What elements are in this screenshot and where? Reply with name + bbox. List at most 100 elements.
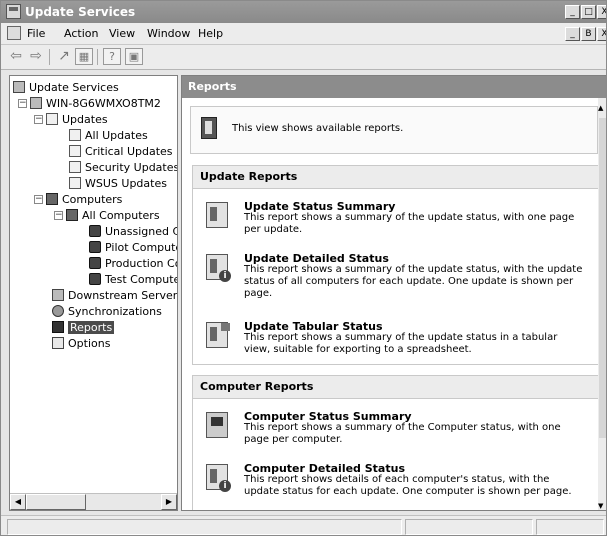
up-level-icon[interactable]: ↗	[55, 48, 73, 65]
status-panel	[536, 519, 604, 535]
expand-toggle[interactable]: −	[54, 211, 63, 220]
computers-icon	[46, 193, 58, 205]
server-icon	[13, 81, 25, 93]
synchronization-icon	[52, 305, 64, 317]
mdi-window-controls: _ B X	[564, 26, 606, 41]
report-item[interactable]: Computer Detailed Status This report sho…	[193, 462, 598, 502]
book-icon	[201, 117, 217, 139]
tree-item-downstream-servers[interactable]: Downstream Servers	[52, 288, 177, 303]
menu-view[interactable]: View	[109, 27, 135, 40]
server-icon	[30, 97, 42, 109]
console-icon[interactable]: ▣	[125, 48, 143, 65]
tree-item-synchronizations[interactable]: Synchronizations	[52, 304, 162, 319]
mdi-minimize-button[interactable]: _	[565, 27, 580, 41]
tree-item-reports[interactable]: Reports	[52, 320, 115, 335]
menu-help[interactable]: Help	[198, 27, 223, 40]
app-icon	[6, 4, 21, 19]
close-button[interactable]: X	[597, 5, 606, 19]
report-export-icon	[206, 322, 230, 348]
update-services-window: Update Services _ □ X File Action View Win…	[0, 0, 607, 536]
title-bar[interactable]: Update Services _ □ X	[1, 1, 606, 23]
mdi-close-button[interactable]: X	[597, 27, 606, 41]
tree-item-critical-updates[interactable]: Critical Updates	[69, 144, 173, 159]
report-description: This report shows a summary of the updat…	[244, 264, 583, 299]
scroll-down-button[interactable]: ▼	[598, 502, 603, 510]
menu-file[interactable]: File	[27, 27, 45, 40]
console-tree: Update Services − WIN-8G6WMXO8TM2 − Upda…	[9, 75, 178, 511]
reports-intro-box: This view shows available reports.	[190, 106, 598, 154]
reports-intro-text: This view shows available reports.	[232, 123, 404, 134]
update-list-icon	[69, 161, 81, 173]
show-tree-icon[interactable]: ▦	[75, 48, 93, 65]
toolbar-separator	[97, 49, 98, 65]
status-bar	[1, 515, 606, 535]
expand-toggle[interactable]: −	[34, 195, 43, 204]
report-icon	[206, 202, 228, 228]
tree-horizontal-scrollbar[interactable]: ◀ ▶	[10, 493, 177, 510]
scroll-thumb[interactable]	[26, 494, 86, 510]
toolbar-separator	[49, 49, 50, 65]
mdi-restore-button[interactable]: B	[581, 27, 596, 41]
expand-toggle[interactable]: −	[34, 115, 43, 124]
report-item[interactable]: Update Detailed Status This report shows…	[193, 252, 598, 302]
report-description: This report shows details of each comput…	[244, 474, 572, 497]
status-panel	[405, 519, 533, 535]
tree-item-computers[interactable]: Computers	[46, 192, 122, 207]
options-icon	[52, 337, 64, 349]
scroll-left-button[interactable]: ◀	[10, 494, 26, 510]
window-controls: _ □ X	[564, 4, 606, 19]
tree-item-production-computers[interactable]: Production Coi	[89, 256, 177, 271]
report-item[interactable]: Computer Status Summary This report show…	[193, 410, 598, 450]
computer-group-icon	[89, 225, 101, 237]
update-list-icon	[69, 145, 81, 157]
scroll-thumb[interactable]	[599, 118, 606, 438]
downstream-servers-icon	[52, 289, 64, 301]
reports-icon	[52, 321, 64, 333]
report-info-icon	[206, 254, 231, 282]
update-list-icon	[69, 177, 81, 189]
computer-reports-section: Computer Reports Computer Status Summary…	[192, 375, 599, 510]
update-reports-section: Update Reports Update Status Summary Thi…	[192, 165, 599, 365]
update-reports-heading: Update Reports	[193, 166, 598, 189]
maximize-button[interactable]: □	[581, 5, 596, 19]
back-icon[interactable]: ⇦	[7, 48, 25, 65]
minimize-button[interactable]: _	[565, 5, 580, 19]
tree-item-all-computers[interactable]: All Computers	[66, 208, 160, 223]
scroll-up-button[interactable]: ▲	[598, 104, 603, 112]
computer-group-icon	[89, 273, 101, 285]
menu-action[interactable]: Action	[64, 27, 98, 40]
tree-item-server[interactable]: WIN-8G6WMXO8TM2	[30, 96, 161, 111]
menu-window[interactable]: Window	[147, 27, 190, 40]
report-description: This report shows a summary of the updat…	[244, 212, 575, 235]
forward-icon[interactable]: ⇨	[27, 48, 45, 65]
tree-item-unassigned-computers[interactable]: Unassigned Cc	[89, 224, 177, 239]
scroll-right-button[interactable]: ▶	[161, 494, 177, 510]
report-item[interactable]: Update Status Summary This report shows …	[193, 200, 598, 240]
update-list-icon	[69, 129, 81, 141]
computer-group-icon	[66, 209, 78, 221]
tree-item-pilot-computers[interactable]: Pilot Computer	[89, 240, 177, 255]
reports-pane-header: Reports	[182, 76, 606, 98]
report-description: This report shows a summary of the Compu…	[244, 422, 561, 445]
computer-report-info-icon	[206, 464, 231, 492]
reports-pane: Reports This view shows available report…	[181, 75, 606, 511]
computer-reports-heading: Computer Reports	[193, 376, 598, 399]
tree-item-security-updates[interactable]: Security Updates	[69, 160, 177, 175]
help-icon[interactable]: ?	[103, 48, 121, 65]
tree-item-options[interactable]: Options	[52, 336, 110, 351]
report-description: This report shows a summary of the updat…	[244, 332, 558, 355]
report-item[interactable]: Update Tabular Status This report shows …	[193, 320, 598, 360]
menu-bar: File Action View Window Help _ B X	[1, 23, 606, 45]
computer-group-icon	[89, 241, 101, 253]
tree-item-update-services[interactable]: Update Services	[13, 80, 119, 95]
tree-item-wsus-updates[interactable]: WSUS Updates	[69, 176, 167, 191]
computer-group-icon	[89, 257, 101, 269]
expand-toggle[interactable]: −	[18, 99, 27, 108]
tree-item-updates[interactable]: Updates	[46, 112, 108, 127]
mdi-icon[interactable]	[7, 26, 21, 40]
status-panel	[7, 519, 402, 535]
tree-item-all-updates[interactable]: All Updates	[69, 128, 148, 143]
window-title: Update Services	[25, 5, 136, 19]
tree-item-test-computers[interactable]: Test Computei	[89, 272, 177, 287]
reports-vertical-scrollbar[interactable]: ▲ ▼	[598, 98, 606, 510]
